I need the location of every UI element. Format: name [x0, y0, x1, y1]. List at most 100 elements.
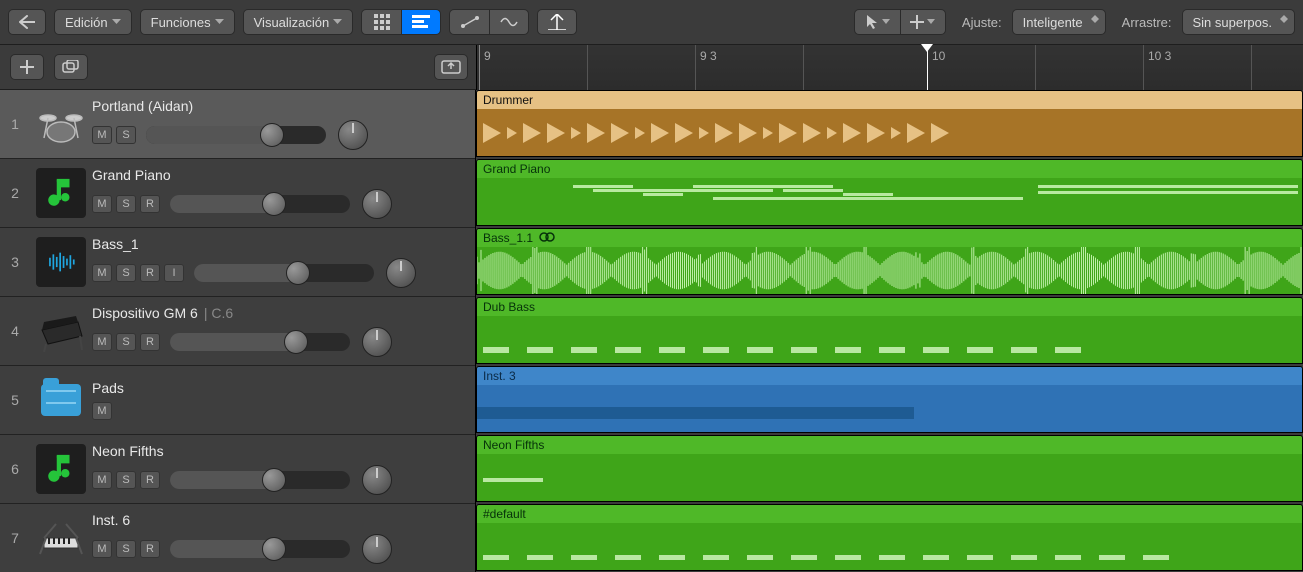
- track-name[interactable]: Pads: [92, 380, 465, 396]
- track-header-bar: 9 9 3 10 10 3: [0, 45, 1303, 90]
- track-header[interactable]: 2Grand PianoMSR: [0, 159, 475, 228]
- track-name[interactable]: Bass_1: [92, 236, 465, 252]
- pan-knob[interactable]: [362, 327, 392, 357]
- ruler-mark: 9: [484, 49, 491, 63]
- menu-edit-label: Edición: [65, 15, 108, 30]
- region-label: Drummer: [483, 93, 533, 107]
- import-button[interactable]: [434, 54, 468, 80]
- solo-button[interactable]: S: [116, 195, 136, 213]
- track-name[interactable]: Portland (Aidan): [92, 98, 465, 114]
- track-name[interactable]: Inst. 6: [92, 512, 465, 528]
- track-header[interactable]: 5 Pads M: [0, 366, 475, 435]
- pan-knob[interactable]: [362, 534, 392, 564]
- drag-select[interactable]: Sin superpos.: [1182, 9, 1296, 35]
- region[interactable]: Inst. 3: [476, 366, 1303, 433]
- track-icon[interactable]: [36, 237, 86, 287]
- menu-functions[interactable]: Funciones: [140, 9, 235, 35]
- timeline-ruler[interactable]: 9 9 3 10 10 3: [476, 45, 1303, 90]
- duplicate-track-button[interactable]: [54, 54, 88, 80]
- region[interactable]: Neon Fifths: [476, 435, 1303, 502]
- track-header[interactable]: 3Bass_1MSRI: [0, 228, 475, 297]
- pan-knob[interactable]: [362, 189, 392, 219]
- region[interactable]: Grand Piano: [476, 159, 1303, 226]
- region-label: Bass_1.1: [483, 231, 533, 245]
- pan-knob[interactable]: [338, 120, 368, 150]
- track-number: 6: [0, 461, 30, 477]
- mute-button[interactable]: M: [92, 264, 112, 282]
- record-button[interactable]: R: [140, 333, 160, 351]
- track-number: 4: [0, 323, 30, 339]
- flex-button[interactable]: [489, 9, 529, 35]
- solo-button[interactable]: S: [116, 126, 136, 144]
- add-track-button[interactable]: [10, 54, 44, 80]
- secondary-tool-button[interactable]: [900, 9, 946, 35]
- track-number: 7: [0, 530, 30, 546]
- record-button[interactable]: R: [140, 471, 160, 489]
- mute-button[interactable]: M: [92, 471, 112, 489]
- track-icon[interactable]: [36, 99, 86, 149]
- solo-button[interactable]: S: [116, 471, 136, 489]
- grid-view-button[interactable]: [361, 9, 401, 35]
- arrange-area[interactable]: Drummer Grand Piano Bass_1.1 Dub Bass Inst. …: [476, 90, 1303, 572]
- catch-playhead-button[interactable]: [537, 9, 577, 35]
- track-number: 1: [0, 116, 30, 132]
- playhead-icon[interactable]: [927, 45, 928, 90]
- menu-functions-label: Funciones: [151, 15, 211, 30]
- track-name[interactable]: Grand Piano: [92, 167, 465, 183]
- region[interactable]: Dub Bass: [476, 297, 1303, 364]
- mute-button[interactable]: M: [92, 540, 112, 558]
- track-header[interactable]: 4 Dispositivo GM 6| C.6 MSR: [0, 297, 475, 366]
- volume-slider[interactable]: [146, 126, 326, 144]
- input-button[interactable]: I: [164, 264, 184, 282]
- mute-button[interactable]: M: [92, 195, 112, 213]
- track-icon[interactable]: [36, 444, 86, 494]
- track-header[interactable]: 6 Neon Fifths MSR: [0, 435, 475, 504]
- track-header[interactable]: 1 Portland (Aidan) MS: [0, 90, 475, 159]
- main-toolbar: Edición Funciones Visualización: [0, 0, 1303, 45]
- region[interactable]: Drummer: [476, 90, 1303, 157]
- back-button[interactable]: [8, 9, 46, 35]
- volume-slider[interactable]: [170, 471, 350, 489]
- track-icon[interactable]: [36, 306, 86, 356]
- region-label: Grand Piano: [483, 162, 550, 176]
- automation-segment: [449, 9, 529, 35]
- region[interactable]: Bass_1.1: [476, 228, 1303, 295]
- solo-button[interactable]: S: [116, 540, 136, 558]
- mute-button[interactable]: M: [92, 126, 112, 144]
- ruler-mark: 10: [932, 49, 945, 63]
- region-label: Inst. 3: [483, 369, 516, 383]
- record-button[interactable]: R: [140, 540, 160, 558]
- view-mode-segment: [361, 9, 441, 35]
- solo-button[interactable]: S: [116, 264, 136, 282]
- drag-value: Sin superpos.: [1193, 15, 1273, 30]
- snap-select[interactable]: Inteligente: [1012, 9, 1106, 35]
- track-name[interactable]: Neon Fifths: [92, 443, 465, 459]
- volume-slider[interactable]: [170, 195, 350, 213]
- record-button[interactable]: R: [140, 264, 160, 282]
- solo-button[interactable]: S: [116, 333, 136, 351]
- automation-curves-button[interactable]: [449, 9, 489, 35]
- list-view-button[interactable]: [401, 9, 441, 35]
- pan-knob[interactable]: [386, 258, 416, 288]
- track-icon[interactable]: [36, 375, 86, 425]
- track-icon[interactable]: [36, 168, 86, 218]
- region-label: Dub Bass: [483, 300, 535, 314]
- tool-segment: [854, 9, 946, 35]
- pan-knob[interactable]: [362, 465, 392, 495]
- mute-button[interactable]: M: [92, 402, 112, 420]
- region[interactable]: #default: [476, 504, 1303, 571]
- record-button[interactable]: R: [140, 195, 160, 213]
- menu-edit[interactable]: Edición: [54, 9, 132, 35]
- mute-button[interactable]: M: [92, 333, 112, 351]
- volume-slider[interactable]: [170, 333, 350, 351]
- track-name[interactable]: Dispositivo GM 6| C.6: [92, 305, 465, 321]
- menu-view-label: Visualización: [254, 15, 330, 30]
- volume-slider[interactable]: [170, 540, 350, 558]
- track-number: 5: [0, 392, 30, 408]
- ruler-mark: 10 3: [1148, 49, 1171, 63]
- track-header[interactable]: 7 Inst. 6 MSR: [0, 504, 475, 572]
- volume-slider[interactable]: [194, 264, 374, 282]
- menu-view[interactable]: Visualización: [243, 9, 354, 35]
- track-icon[interactable]: [36, 513, 86, 563]
- pointer-tool-button[interactable]: [854, 9, 900, 35]
